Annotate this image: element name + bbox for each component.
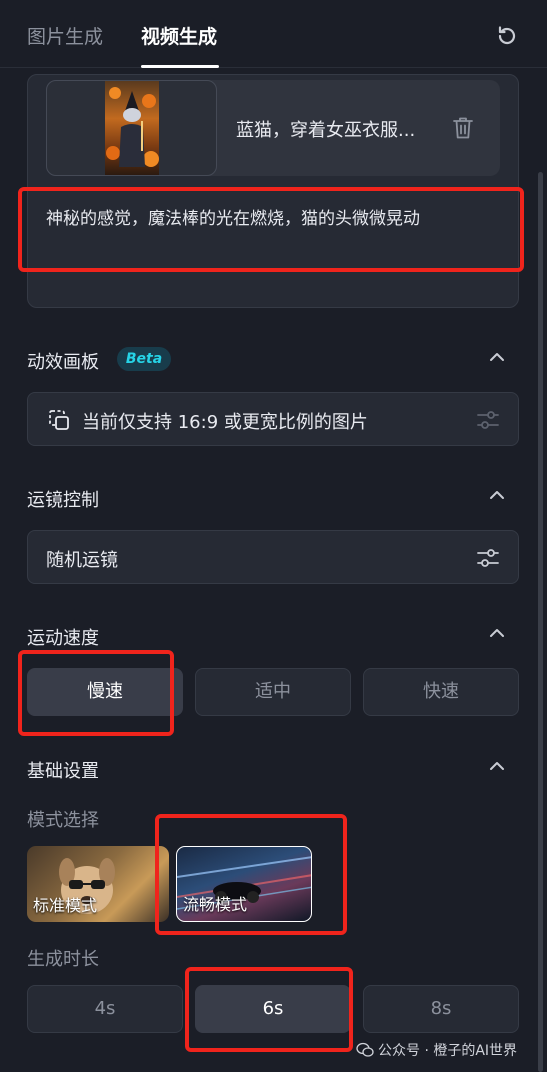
settings-sliders-icon[interactable] xyxy=(476,409,500,431)
tab-video-generation[interactable]: 视频生成 xyxy=(141,22,217,49)
beta-badge: Beta xyxy=(117,347,171,371)
crop-frame-icon xyxy=(49,410,69,430)
tab-bar: 图片生成 视频生成 xyxy=(0,0,547,68)
chevron-up-icon[interactable] xyxy=(487,350,507,364)
highlight-prompt xyxy=(18,187,524,272)
duration-8s-button[interactable]: 8s xyxy=(363,985,519,1033)
chevron-up-icon[interactable] xyxy=(487,488,507,502)
mode-standard-card[interactable]: 标准模式 xyxy=(27,846,169,922)
tab-image-generation[interactable]: 图片生成 xyxy=(27,22,103,49)
duration-label: 生成时长 xyxy=(27,949,99,970)
motion-board-title: 动效画板 xyxy=(27,352,99,373)
chevron-up-icon[interactable] xyxy=(487,626,507,640)
active-tab-indicator xyxy=(141,65,219,68)
speed-fast-button[interactable]: 快速 xyxy=(363,668,519,716)
motion-board-notice: 当前仅支持 16:9 或更宽比例的图片 xyxy=(82,412,368,433)
reference-image-item[interactable]: 蓝猫，穿着女巫衣服... xyxy=(46,80,500,176)
camera-control-title: 运镜控制 xyxy=(27,490,99,511)
speed-medium-button[interactable]: 适中 xyxy=(195,668,351,716)
image-thumbnail xyxy=(105,81,159,175)
watermark-text: 公众号 · 橙子的AI世界 xyxy=(378,1043,518,1059)
settings-sliders-icon[interactable] xyxy=(476,547,500,569)
motion-speed-title: 运动速度 xyxy=(27,628,99,649)
mode-standard-label: 标准模式 xyxy=(33,896,98,915)
camera-control-select[interactable]: 随机运镜 xyxy=(27,530,519,584)
image-title: 蓝猫，穿着女巫衣服... xyxy=(236,120,416,141)
camera-control-value: 随机运镜 xyxy=(46,550,118,571)
scrollbar-thumb[interactable] xyxy=(538,172,543,1072)
duration-4s-button[interactable]: 4s xyxy=(27,985,183,1033)
video-generation-panel: 图片生成 视频生成 蓝猫，穿着女巫衣服... 神秘的感觉，魔法棒的光在燃烧，猫的… xyxy=(0,0,547,1072)
basic-settings-title: 基础设置 xyxy=(27,761,99,782)
highlight-speed-slow xyxy=(18,650,174,736)
highlight-mode-smooth xyxy=(155,814,347,935)
motion-board-field[interactable]: 当前仅支持 16:9 或更宽比例的图片 xyxy=(27,392,519,446)
image-thumbnail-frame[interactable] xyxy=(46,80,217,176)
refresh-icon[interactable] xyxy=(495,24,519,48)
trash-icon[interactable] xyxy=(452,116,474,140)
mode-select-label: 模式选择 xyxy=(27,810,99,831)
wechat-icon xyxy=(356,1042,374,1057)
highlight-duration-6s xyxy=(185,967,353,1052)
chevron-up-icon[interactable] xyxy=(487,759,507,773)
witch-cat-picture xyxy=(106,87,159,167)
